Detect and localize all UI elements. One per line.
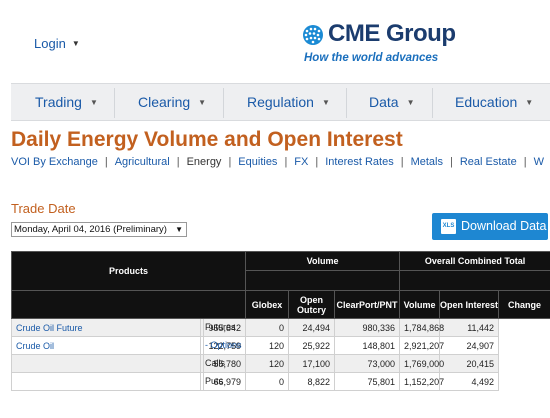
table-row: Crude Oil - Options 122,759 120 25,922 14… — [11, 336, 550, 355]
cell-volume: 148,801 — [334, 336, 401, 355]
cell-volume: 75,801 — [334, 372, 401, 391]
col-volume: Volume — [399, 290, 441, 319]
cell-change: 11,442 — [439, 318, 500, 337]
header-volume-group: Volume — [245, 251, 401, 271]
download-data-label: Download Data — [461, 219, 547, 233]
header-products: Products — [10, 251, 247, 291]
cell-change: 4,492 — [439, 372, 500, 391]
nav-label: Clearing — [138, 94, 191, 110]
trade-date-label: Trade Date — [11, 201, 76, 216]
xls-file-icon: XLS — [441, 219, 456, 234]
login-menu[interactable]: Login ▼ — [34, 36, 80, 51]
col-open-outcry: Open Outcry — [288, 290, 336, 319]
subnav-real-estate[interactable]: Real Estate — [460, 156, 517, 168]
subnav-separator: | — [228, 156, 232, 168]
subnav-agricultural[interactable]: Agricultural — [115, 156, 170, 168]
cell-change: 24,907 — [439, 336, 500, 355]
cell-clearport: 17,100 — [288, 354, 336, 373]
nav-divider — [432, 88, 433, 118]
row-type: Calls — [200, 355, 242, 372]
cell-clearport: 25,922 — [288, 336, 336, 355]
chevron-down-icon: ▼ — [406, 98, 415, 107]
cell-open-interest: 1,152,207 — [399, 372, 444, 391]
row-type: Futures — [200, 319, 242, 336]
nav-label: Regulation — [247, 94, 314, 110]
subnav-separator: | — [523, 156, 527, 168]
asset-class-subnav: VOI By Exchange | Agricultural | Energy | Equi… — [11, 156, 550, 168]
table-row: Calls 55,780 120 17,100 73,000 1,769,000… — [11, 354, 550, 373]
volume-oi-table: Products Volume Overall Combined Total G… — [10, 251, 550, 391]
header-spacer — [245, 270, 401, 291]
nav-item-data[interactable]: Data ▼ — [369, 84, 415, 122]
product-cell-empty: Calls — [11, 354, 225, 373]
cell-volume: 980,336 — [334, 318, 401, 337]
chevron-down-icon: ▼ — [321, 98, 330, 107]
nav-item-education[interactable]: Education ▼ — [455, 84, 533, 122]
product-link[interactable]: Crude Oil Future Futures — [11, 318, 236, 337]
nav-label: Data — [369, 94, 399, 110]
nav-label: Trading — [35, 94, 82, 110]
row-type: Puts — [200, 373, 242, 390]
chevron-down-icon: ▼ — [525, 98, 534, 107]
cell-clearport: 8,822 — [288, 372, 336, 391]
cell-open-outcry: 0 — [245, 372, 290, 391]
subnav-equities[interactable]: Equities — [238, 156, 277, 168]
cell-change: 20,415 — [439, 354, 500, 373]
nav-divider — [346, 88, 347, 118]
page-title: Daily Energy Volume and Open Interest — [11, 128, 403, 151]
table-row: Puts 66,979 0 8,822 75,801 1,152,207 4,4… — [11, 372, 550, 391]
cell-open-interest: 1,784,868 — [399, 318, 444, 337]
cell-volume: 73,000 — [334, 354, 401, 373]
trade-date-select[interactable]: Monday, April 04, 2016 (Preliminary) ▼ — [11, 222, 187, 237]
nav-item-regulation[interactable]: Regulation ▼ — [247, 84, 330, 122]
chevron-down-icon: ▼ — [89, 98, 98, 107]
login-label[interactable]: Login — [34, 36, 66, 51]
cell-open-interest: 2,921,207 — [399, 336, 444, 355]
cell-open-outcry: 120 — [245, 336, 290, 355]
header-overall-group: Overall Combined Total — [399, 251, 550, 271]
site-header: Login ▼ CME Group How the world advances — [0, 0, 550, 84]
col-open-interest: Open Interest — [439, 290, 500, 319]
subnav-energy-active: Energy — [186, 156, 222, 168]
subnav-separator: | — [449, 156, 453, 168]
dropdown-arrow-icon: ▼ — [175, 225, 183, 234]
subnav-separator: | — [176, 156, 180, 168]
product-link[interactable]: Crude Oil - Options — [11, 336, 242, 355]
cell-open-interest: 1,769,000 — [399, 354, 444, 373]
nav-divider — [114, 88, 115, 118]
chevron-down-icon: ▼ — [71, 39, 80, 48]
cell-open-outcry: 120 — [245, 354, 290, 373]
cme-logo[interactable]: CME Group How the world advances — [298, 20, 468, 70]
nav-item-clearing[interactable]: Clearing ▼ — [138, 84, 206, 122]
subnav-interest-rates[interactable]: Interest Rates — [325, 156, 393, 168]
nav-divider — [223, 88, 224, 118]
nav-item-trading[interactable]: Trading ▼ — [35, 84, 98, 122]
globe-icon — [303, 25, 323, 45]
col-change: Change — [498, 290, 550, 319]
header-spacer — [10, 290, 247, 319]
subnav-separator: | — [284, 156, 288, 168]
col-globex: Globex — [245, 290, 290, 319]
main-nav: Trading ▼ Clearing ▼ Regulation ▼ Data ▼ Edu… — [11, 83, 550, 121]
brand-tagline: How the world advances — [304, 52, 439, 64]
subnav-metals[interactable]: Metals — [411, 156, 443, 168]
subnav-separator: | — [104, 156, 108, 168]
nav-label: Education — [455, 94, 518, 110]
col-clearport: ClearPort/PNT — [334, 290, 401, 319]
chevron-down-icon: ▼ — [198, 98, 207, 107]
trade-date-value: Monday, April 04, 2016 (Preliminary) — [14, 224, 167, 235]
brand-name: CME Group — [328, 20, 456, 47]
table-row: Crude Oil Future Futures 955,842 0 24,494… — [11, 318, 550, 337]
header-spacer — [399, 270, 550, 291]
subnav-weather-truncated[interactable]: W — [534, 156, 544, 168]
cell-clearport: 24,494 — [288, 318, 336, 337]
subnav-separator: | — [315, 156, 319, 168]
row-type-options-link[interactable]: - Options — [200, 337, 242, 354]
subnav-fx[interactable]: FX — [294, 156, 308, 168]
subnav-separator: | — [400, 156, 404, 168]
cell-open-outcry: 0 — [245, 318, 290, 337]
download-data-button[interactable]: XLS Download Data — [432, 213, 548, 240]
product-cell-empty: Puts — [11, 372, 223, 391]
subnav-voi-by-exchange[interactable]: VOI By Exchange — [11, 156, 98, 168]
